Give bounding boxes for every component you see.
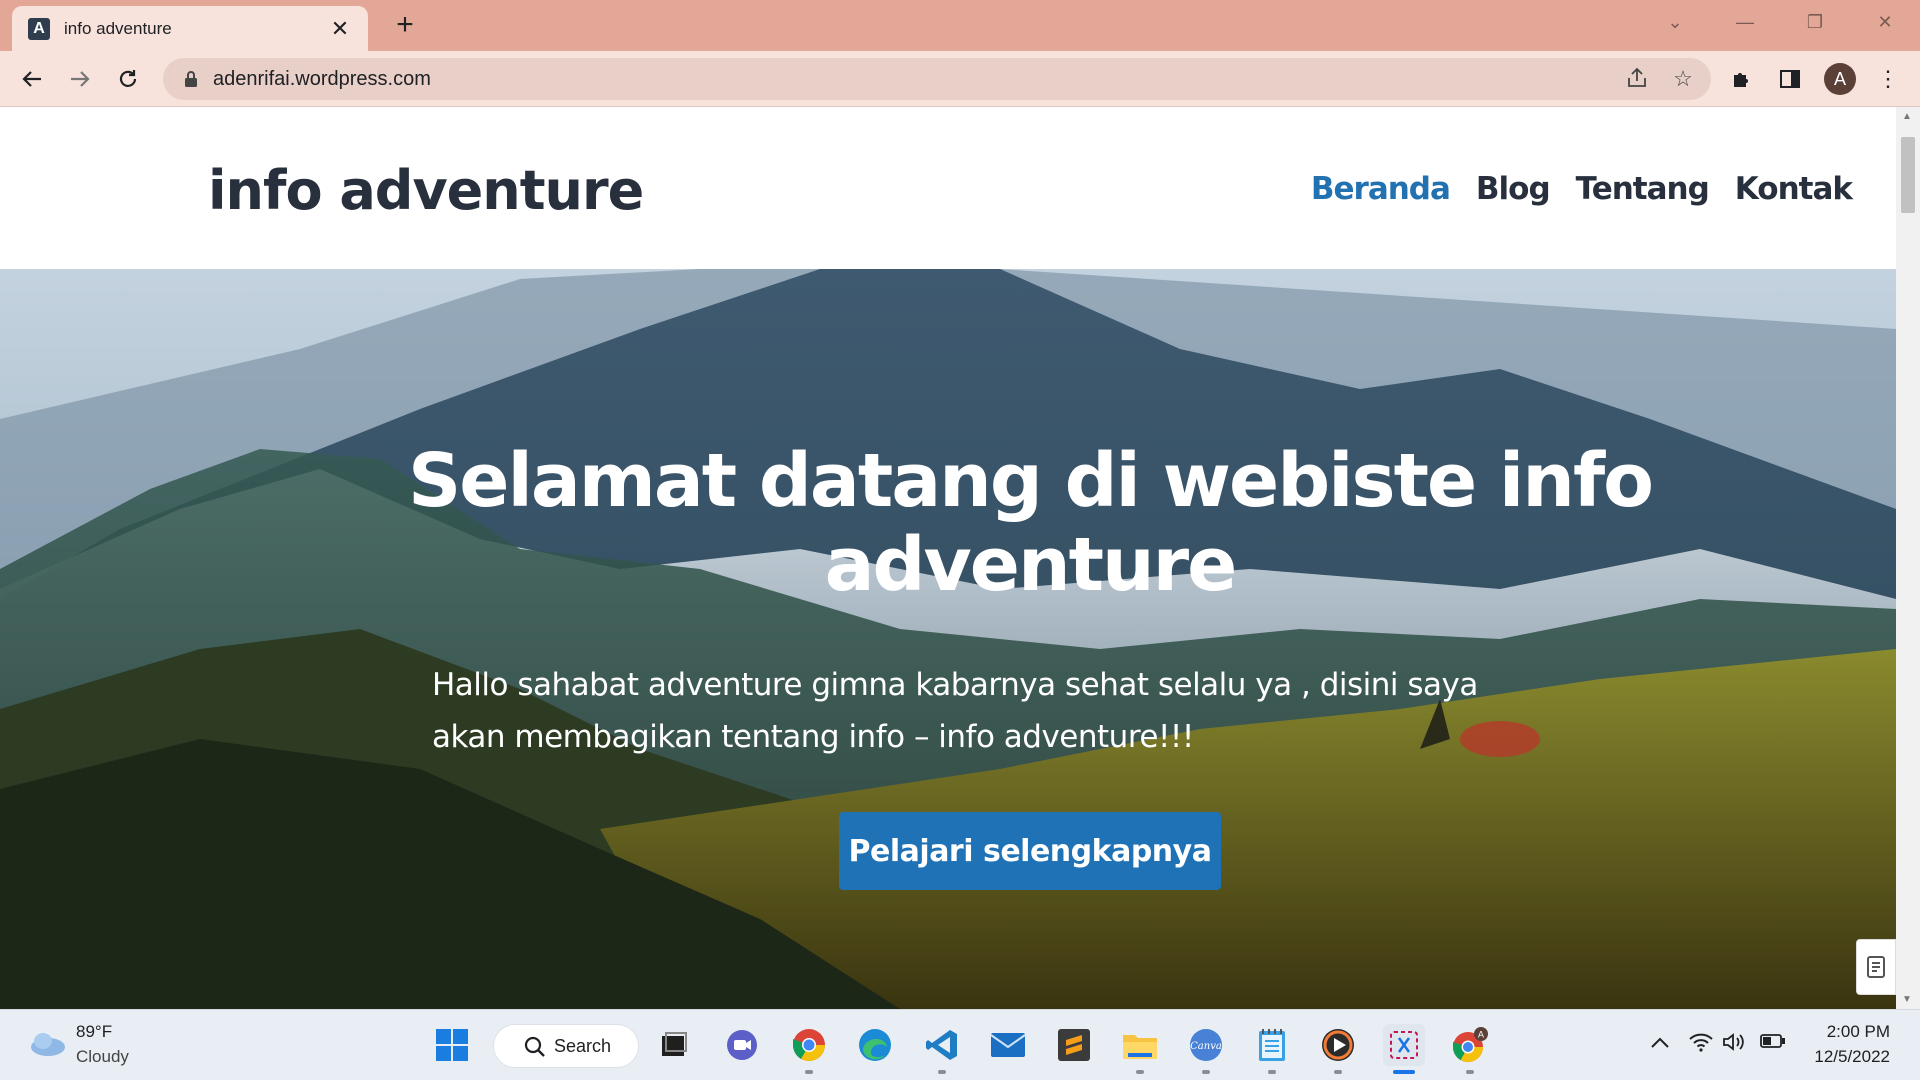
minimize-icon[interactable]: — [1710,0,1780,44]
page-scrollbar[interactable]: ▲ ▼ [1896,107,1920,1009]
site-favicon-icon: A [28,17,50,40]
weather-temperature[interactable]: 89°F [76,1022,112,1042]
windows-start-icon[interactable] [431,1024,473,1066]
close-window-icon[interactable]: ✕ [1850,0,1920,44]
address-bar[interactable]: adenrifai.wordpress.com ☆ [163,58,1711,100]
mountain-landscape-image [0,269,1896,1009]
nav-item-beranda[interactable]: Beranda [1311,171,1451,207]
site-title[interactable]: info adventure [208,159,644,222]
tab-close-icon[interactable]: ✕ [328,16,352,42]
browser-titlebar: A info adventure ✕ + ⌄ — ❐ ✕ [0,0,1920,51]
menu-kebab-icon[interactable]: ⋮ [1872,63,1904,95]
lock-icon [185,71,197,87]
clock-time[interactable]: 2:00 PM [1810,1022,1890,1042]
forward-arrow-icon[interactable] [64,63,96,95]
side-panel-icon[interactable] [1774,63,1806,95]
back-arrow-icon[interactable] [16,63,48,95]
window-controls: ⌄ — ❐ ✕ [1640,0,1920,44]
bookmark-star-icon[interactable]: ☆ [1670,66,1696,92]
sublime-text-icon[interactable] [1053,1024,1095,1066]
teams-chat-icon[interactable] [721,1024,763,1066]
running-indicator [1268,1070,1276,1074]
web-page: info adventure Beranda Blog Tentang Kont… [0,107,1896,1009]
running-indicator [1334,1070,1342,1074]
edge-icon[interactable] [854,1024,896,1066]
running-indicator [805,1070,813,1074]
svg-text:Canva: Canva [1190,1041,1222,1052]
url-text: adenrifai.wordpress.com [213,68,431,90]
battery-icon[interactable] [1760,1032,1786,1055]
clock-date[interactable]: 12/5/2022 [1800,1047,1890,1067]
task-view-icon[interactable] [653,1024,695,1066]
running-indicator [1466,1070,1474,1074]
volume-icon[interactable] [1722,1032,1746,1058]
snipping-tool-icon[interactable] [1383,1024,1425,1074]
new-tab-button[interactable]: + [390,10,420,40]
notepad-icon[interactable] [1251,1024,1293,1074]
nav-item-kontak[interactable]: Kontak [1735,171,1853,207]
nav-item-blog[interactable]: Blog [1476,171,1551,207]
maximize-icon[interactable]: ❐ [1780,0,1850,44]
hero-title: Selamat datang di webiste info adventure [407,438,1654,608]
nav-item-tentang[interactable]: Tentang [1576,171,1710,207]
search-icon [524,1036,545,1057]
vscode-icon[interactable] [921,1024,963,1074]
primary-nav: Beranda Blog Tentang Kontak [1311,171,1853,207]
chrome-icon[interactable] [788,1024,830,1074]
profile-avatar[interactable]: A [1824,63,1856,95]
running-indicator [1202,1070,1210,1074]
windows-taskbar: 89°F Cloudy Search Canva A 2:00 PM 12/5/… [0,1009,1920,1080]
taskbar-search[interactable]: Search [493,1024,639,1068]
running-indicator [1136,1070,1144,1074]
wifi-icon[interactable] [1688,1032,1714,1058]
chrome-profile-icon[interactable]: A [1449,1024,1491,1074]
learn-more-button[interactable]: Pelajari selengkapnya [839,812,1221,890]
running-indicator [1393,1070,1415,1074]
search-label: Search [554,1035,612,1056]
file-explorer-icon[interactable] [1119,1024,1161,1074]
hero-cover: Selamat datang di webiste info adventure… [0,269,1896,1009]
scroll-down-arrow-icon[interactable]: ▼ [1902,994,1912,1005]
share-icon[interactable] [1624,66,1650,92]
browser-toolbar: adenrifai.wordpress.com ☆ ⋮ [0,51,1920,107]
site-header: info adventure Beranda Blog Tentang Kont… [0,107,1896,269]
scroll-up-arrow-icon[interactable]: ▲ [1902,111,1912,122]
scrollbar-thumb[interactable] [1901,137,1915,213]
browser-tab[interactable]: A info adventure ✕ [12,6,368,51]
media-player-icon[interactable] [1317,1024,1359,1074]
tab-title: info adventure [64,18,172,38]
extensions-puzzle-icon[interactable] [1726,63,1758,95]
canva-icon[interactable]: Canva [1185,1024,1227,1074]
hero-description: Hallo sahabat adventure gimna kabarnya s… [432,667,1478,755]
running-indicator [938,1070,946,1074]
reader-document-icon[interactable] [1856,939,1896,995]
cloud-weather-icon[interactable] [28,1028,68,1058]
tab-search-chevron-icon[interactable]: ⌄ [1640,0,1710,44]
reload-icon[interactable] [112,63,144,95]
mail-icon[interactable] [987,1024,1029,1066]
weather-condition[interactable]: Cloudy [76,1047,129,1067]
svg-text:A: A [1478,1031,1485,1041]
chevron-up-icon[interactable] [1650,1032,1670,1055]
